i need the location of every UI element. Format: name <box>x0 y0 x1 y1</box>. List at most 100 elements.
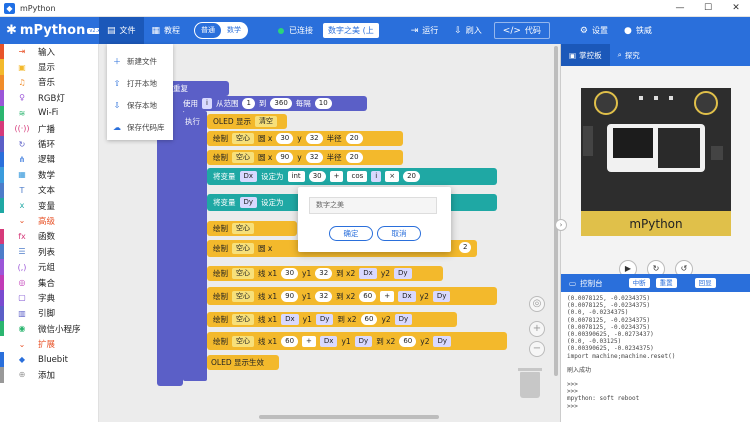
collapse-panel-icon[interactable]: › <box>555 219 567 231</box>
close-button[interactable]: ✕ <box>722 0 750 17</box>
filename-input[interactable]: 数字之美 <box>309 197 437 214</box>
for-range-block[interactable]: 使用 i 从范围 1 到 360 每隔 10 <box>177 96 367 111</box>
exec-label: 执行 <box>181 114 207 129</box>
file-icon: ▤ <box>107 25 116 36</box>
mode-math-tab[interactable]: 数学 <box>221 23 247 38</box>
new-file-icon: ＋ <box>113 56 121 66</box>
sidebar-item-label: RGB灯 <box>38 93 65 104</box>
sidebar-item-2[interactable]: ♫ 音乐 <box>0 74 98 91</box>
sidebar-item-21[interactable]: ⊕ 添加 <box>0 367 98 383</box>
sidebar-item-18[interactable]: ◉ 微信小程序 <box>0 321 98 337</box>
zoom-reset-icon[interactable]: ◎ <box>529 296 545 312</box>
console-line: (0.0078125, -0.0234375) <box>567 316 651 324</box>
interrupt-button[interactable]: 中断 <box>628 278 650 288</box>
mode-normal-tab[interactable]: 普通 <box>195 23 222 38</box>
connection-status[interactable]: 已连接 <box>278 25 313 36</box>
draw-line-block-1[interactable]: 绘制 空心 线 x1 30 y1 32 到 x2 Dx y2 Dy <box>207 266 443 281</box>
sidebar-item-17[interactable]: ▥ 引脚 <box>0 305 98 322</box>
set-dx-block[interactable]: 将变量 Dx 设定为 int 30 + cos i × 20 <box>207 168 497 185</box>
download-icon: ⇩ <box>113 100 121 110</box>
tab-explore[interactable]: ⌕ 探究 <box>610 44 648 66</box>
sidebar-item-label: 集合 <box>38 278 56 289</box>
sidebar-item-12[interactable]: fx 函数 <box>0 228 98 245</box>
sidebar-item-6[interactable]: ↻ 循环 <box>0 136 98 152</box>
app-icon: ◆ <box>4 2 15 14</box>
category-color-bar <box>0 290 4 306</box>
oled-show-block[interactable]: OLED 显示生效 <box>207 355 279 370</box>
file-menu-button[interactable]: ▤ 文件 <box>99 17 144 44</box>
horizontal-scrollbar[interactable] <box>259 415 439 419</box>
draw-line-block-3[interactable]: 绘制 空心 线 x1 Dx y1 Dy 到 x2 60 y2 Dy <box>207 312 457 327</box>
flash-button[interactable]: ⇩ 刷入 <box>446 17 490 44</box>
window-title: mPython <box>20 3 56 13</box>
draw-circle-block-2[interactable]: 绘制 空心 圆 x 90 y 32 半径 20 <box>207 150 403 165</box>
handpy-board-image: mPython <box>581 88 731 236</box>
oled-clear-block[interactable]: OLED 显示 清空 <box>207 114 287 129</box>
draw-line-block-2[interactable]: 绘制 空心 线 x1 90 y1 32 到 x2 60 + Dx y2 Dy <box>207 287 497 305</box>
draw-line-block-4[interactable]: 绘制 空心 线 x1 60 + Dx y1 Dy 到 x2 60 y2 Dy <box>207 332 507 350</box>
sidebar-item-0[interactable]: ⇥ 输入 <box>0 44 98 60</box>
confirm-button[interactable]: 确定 <box>329 226 373 241</box>
category-icon: ♫ <box>18 77 26 87</box>
category-icon: ▥ <box>18 308 26 318</box>
echo-toggle[interactable]: 回显 <box>694 278 716 288</box>
open-local-item[interactable]: ⇧ 打开本地 <box>107 72 173 94</box>
tutorial-button[interactable]: ▦ 教程 <box>144 17 189 44</box>
vertical-scrollbar[interactable] <box>554 46 558 376</box>
code-icon: </> <box>502 25 521 36</box>
new-file-item[interactable]: ＋新建文件 <box>107 50 173 72</box>
sidebar-item-8[interactable]: ▦ 数学 <box>0 167 98 183</box>
category-color-bar <box>0 321 4 337</box>
app-logo: ✱ mPython v2.x <box>6 23 103 38</box>
sidebar-item-4[interactable]: ≋ Wi-Fi <box>0 105 98 121</box>
category-icon: ⇥ <box>18 47 26 57</box>
sidebar-item-20[interactable]: ◆ Bluebit <box>0 351 98 368</box>
save-library-item[interactable]: ☁ 保存代码库 <box>107 116 173 138</box>
sidebar-item-label: 逻辑 <box>38 155 56 166</box>
maximize-button[interactable]: ☐ <box>694 0 722 17</box>
run-button[interactable]: ⇥ 运行 <box>403 17 447 44</box>
sidebar-item-14[interactable]: (,) 元组 <box>0 259 98 275</box>
code-view-button[interactable]: </> 代码 <box>493 22 550 39</box>
settings-button[interactable]: ⚙ 设置 <box>572 17 616 44</box>
right-panel: ▣ 掌控板 ⌕ 探究 mPython ▶ ↻ ↺ › ▭ 控制台 中断 重置 回显 … <box>555 44 750 422</box>
sidebar-item-9[interactable]: T 文本 <box>0 182 98 198</box>
sidebar-item-label: Wi-Fi <box>38 108 59 119</box>
sidebar-item-11[interactable]: ⌄ 高级 <box>0 213 98 228</box>
cancel-button[interactable]: 取消 <box>377 226 421 241</box>
category-icon: ▢ <box>18 293 26 303</box>
console-line: (0.00390625, -0.0273437) <box>567 331 654 339</box>
sidebar-item-19[interactable]: ⌄ 扩展 <box>0 336 98 351</box>
draw-circle-block-3[interactable]: 绘制 空心 <box>207 221 297 236</box>
filename-field[interactable]: 数字之美 (上 <box>323 23 379 38</box>
sidebar-item-10[interactable]: x 变量 <box>0 197 98 214</box>
trash-icon[interactable] <box>518 368 542 398</box>
reset-button[interactable]: 重置 <box>655 278 677 288</box>
zoom-out-icon[interactable]: − <box>529 341 545 357</box>
sidebar-item-15[interactable]: ◎ 集合 <box>0 274 98 291</box>
draw-circle-block-1[interactable]: 绘制 空心 圆 x 30 y 32 半径 20 <box>207 131 403 146</box>
sidebar-item-1[interactable]: ▣ 显示 <box>0 59 98 75</box>
console-line: >>> <box>567 388 578 396</box>
save-local-item[interactable]: ⇩ 保存本地 <box>107 94 173 116</box>
category-color-bar <box>0 367 4 383</box>
flash-icon: ⇩ <box>454 25 462 36</box>
category-color-bar <box>0 136 4 152</box>
sidebar-item-label: 元组 <box>38 263 56 274</box>
zoom-in-icon[interactable]: + <box>529 321 545 337</box>
console-line: (0.0, -0.0234375) <box>567 309 629 317</box>
minimize-button[interactable]: — <box>666 0 694 17</box>
tab-board[interactable]: ▣ 掌控板 <box>561 44 610 66</box>
sidebar-item-7[interactable]: ⋔ 逻辑 <box>0 151 98 168</box>
sidebar-item-label: 添加 <box>38 370 56 381</box>
sidebar-item-5[interactable]: ((·)) 广播 <box>0 120 98 137</box>
sidebar-item-3[interactable]: ♀ RGB灯 <box>0 90 98 106</box>
console-line: >>> <box>567 381 578 389</box>
repeat-label[interactable]: 重复 <box>169 81 229 96</box>
sidebar-item-16[interactable]: ▢ 字典 <box>0 290 98 306</box>
sidebar-item-13[interactable]: ☰ 列表 <box>0 244 98 260</box>
user-button[interactable]: ● 铁威 <box>616 17 660 44</box>
category-icon: ⊕ <box>18 370 26 380</box>
category-icon: ↻ <box>18 139 26 149</box>
console-output[interactable]: (0.0078125, -0.0234375) (0.0078125, -0.02… <box>561 292 750 422</box>
